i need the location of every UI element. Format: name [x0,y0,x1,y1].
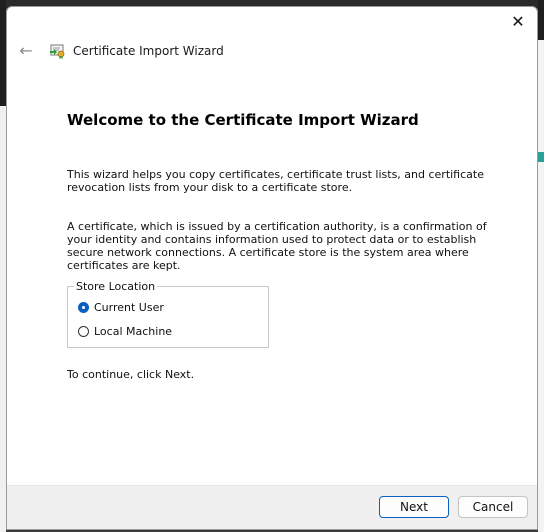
radio-button-unchecked[interactable] [78,326,89,337]
store-location-group: Store Location Current User Local Machin… [67,280,269,348]
wizard-title: Certificate Import Wizard [73,44,224,58]
radio-button-checked[interactable] [78,302,89,313]
certificate-icon [50,44,65,59]
certificate-import-wizard-dialog: ✕ ← Certificate Import Wizard Welcome to… [6,6,538,530]
radio-local-machine[interactable]: Local Machine [78,325,172,338]
close-button[interactable]: ✕ [507,11,529,33]
page-heading: Welcome to the Certificate Import Wizard [67,111,419,129]
radio-label-current-user: Current User [94,301,164,314]
store-location-legend: Store Location [74,280,158,293]
radio-current-user[interactable]: Current User [78,301,164,314]
background-right-edge [538,0,544,532]
next-button[interactable]: Next [379,496,449,518]
close-icon: ✕ [511,12,525,31]
back-button[interactable]: ← [15,41,37,61]
certificate-description-paragraph: A certificate, which is issued by a cert… [67,220,487,272]
wizard-header: ← Certificate Import Wizard [15,41,224,61]
cancel-button[interactable]: Cancel [458,496,528,518]
intro-paragraph: This wizard helps you copy certificates,… [67,168,484,194]
background-accent [538,152,544,162]
back-arrow-icon: ← [19,41,33,60]
radio-label-local-machine: Local Machine [94,325,173,338]
continue-instruction: To continue, click Next. [67,368,195,381]
wizard-footer: Next Cancel [7,485,537,529]
background-right-dark [538,0,544,40]
